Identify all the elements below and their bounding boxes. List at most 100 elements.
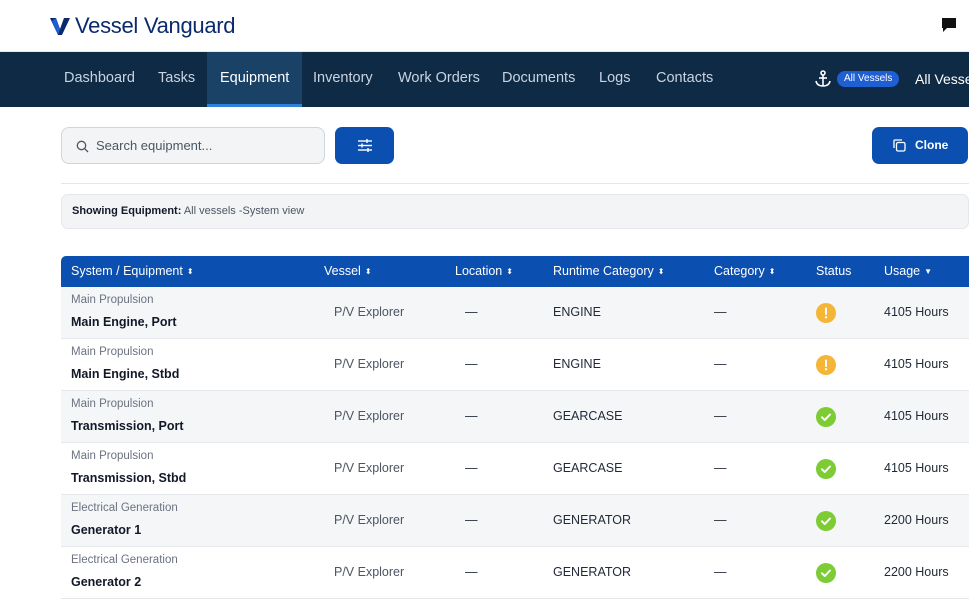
check-icon	[821, 465, 831, 473]
search-input[interactable]	[96, 128, 318, 163]
table-row[interactable]: Main Propulsion Main Engine, Stbd P/V Expl…	[61, 339, 969, 391]
nav-item-tasks[interactable]: Tasks	[145, 52, 208, 107]
usage-cell: 2200 Hours	[884, 565, 949, 579]
column-system-equipment[interactable]: System / Equipment ⬍	[71, 256, 194, 287]
showing-banner: Showing Equipment: All vessels -System v…	[61, 194, 969, 229]
category-cell: —	[714, 565, 727, 579]
runtime-category-cell: GEARCASE	[553, 409, 623, 423]
status-ok-badge	[816, 511, 836, 531]
sort-icon: ⬍	[506, 267, 513, 276]
system-name: Electrical Generation	[71, 554, 178, 566]
check-icon	[821, 569, 831, 577]
location-cell: —	[465, 409, 478, 423]
showing-value: All vessels -System view	[183, 205, 305, 217]
system-name: Main Propulsion	[71, 346, 154, 358]
search-box[interactable]	[61, 127, 325, 164]
copy-icon	[893, 139, 906, 152]
sort-desc-icon: ▼	[924, 267, 933, 276]
runtime-category-cell: GENERATOR	[553, 565, 632, 579]
sort-icon: ⬍	[657, 267, 665, 276]
equipment-name[interactable]: Generator 1	[71, 523, 141, 537]
column-runtime-category[interactable]: Runtime Category ⬍	[553, 256, 664, 287]
usage-cell: 4105 Hours	[884, 357, 949, 371]
system-name: Main Propulsion	[71, 294, 154, 306]
usage-cell: 4105 Hours	[884, 409, 949, 423]
runtime-category-cell: ENGINE	[553, 305, 601, 319]
column-status: Status	[816, 264, 852, 278]
anchor-icon	[815, 70, 831, 87]
vessel-selector[interactable]: All Vesse	[915, 70, 969, 88]
location-cell: —	[465, 357, 478, 371]
location-cell: —	[465, 305, 478, 319]
brand-bar: Vessel Vanguard	[0, 0, 969, 52]
usage-cell: 4105 Hours	[884, 461, 949, 475]
logo[interactable]: Vessel Vanguard	[49, 13, 236, 39]
nav-item-work-orders[interactable]: Work Orders	[385, 52, 493, 107]
status-ok-badge	[816, 407, 836, 427]
nav-item-contacts[interactable]: Contacts	[643, 52, 726, 107]
table-row[interactable]: Main Propulsion Transmission, Port P/V Exp…	[61, 391, 969, 443]
status-warning-badge	[816, 303, 836, 323]
search-icon	[76, 140, 89, 153]
status-ok-badge	[816, 459, 836, 479]
vessel-cell: P/V Explorer	[334, 305, 405, 319]
vessel-cell: P/V Explorer	[334, 513, 405, 527]
vessel-cell: P/V Explorer	[334, 357, 405, 371]
sort-icon: ⬍	[186, 267, 194, 276]
runtime-category-cell: ENGINE	[553, 357, 601, 371]
equipment-name[interactable]: Main Engine, Port	[71, 315, 177, 329]
check-icon	[821, 413, 831, 421]
nav-item-equipment[interactable]: Equipment	[207, 52, 303, 107]
category-cell: —	[714, 305, 727, 319]
sliders-icon	[358, 139, 372, 152]
table-row[interactable]: Electrical Generation Generator 2 P/V Expl…	[61, 547, 969, 599]
category-cell: —	[714, 357, 727, 371]
system-name: Main Propulsion	[71, 450, 154, 462]
sort-icon: ⬍	[768, 267, 776, 276]
column-usage[interactable]: Usage ▼	[884, 256, 932, 287]
runtime-category-cell: GENERATOR	[553, 513, 632, 527]
status-ok-badge	[816, 563, 836, 583]
vessel-cell: P/V Explorer	[334, 409, 405, 423]
clone-label: Clone	[915, 138, 949, 152]
exclamation-icon	[824, 359, 828, 371]
clone-button[interactable]: Clone	[872, 127, 968, 164]
showing-label: Showing Equipment:	[72, 205, 182, 217]
system-name: Main Propulsion	[71, 398, 154, 410]
nav-item-documents[interactable]: Documents	[489, 52, 588, 107]
brand-name: Vessel Vanguard	[75, 13, 236, 38]
equipment-name[interactable]: Main Engine, Stbd	[71, 367, 179, 381]
column-vessel[interactable]: Vessel ⬍	[324, 256, 372, 287]
nav-item-inventory[interactable]: Inventory	[300, 52, 386, 107]
category-cell: —	[714, 409, 727, 423]
runtime-category-cell: GEARCASE	[553, 461, 623, 475]
status-warning-badge	[816, 355, 836, 375]
divider	[61, 183, 969, 184]
equipment-name[interactable]: Transmission, Port	[71, 419, 184, 433]
usage-cell: 4105 Hours	[884, 305, 949, 319]
location-cell: —	[465, 513, 478, 527]
equipment-name[interactable]: Transmission, Stbd	[71, 471, 186, 485]
location-cell: —	[465, 461, 478, 475]
vessel-cell: P/V Explorer	[334, 565, 405, 579]
sort-icon: ⬍	[364, 267, 372, 276]
chat-icon[interactable]	[941, 17, 957, 33]
table-row[interactable]: Electrical Generation Generator 1 P/V Expl…	[61, 495, 969, 547]
column-location[interactable]: Location ⬍	[455, 256, 513, 287]
vessel-vanguard-logo-icon	[50, 18, 70, 35]
exclamation-icon	[824, 307, 828, 319]
table-row[interactable]: Main Propulsion Transmission, Stbd P/V Exp…	[61, 443, 969, 495]
table-row[interactable]: Main Propulsion Main Engine, Port P/V Expl…	[61, 287, 969, 339]
vessel-filter-badge[interactable]: All Vessels	[837, 71, 900, 87]
equipment-name[interactable]: Generator 2	[71, 575, 141, 589]
category-cell: —	[714, 513, 727, 527]
nav-item-logs[interactable]: Logs	[586, 52, 643, 107]
vessel-cell: P/V Explorer	[334, 461, 405, 475]
category-cell: —	[714, 461, 727, 475]
usage-cell: 2200 Hours	[884, 513, 949, 527]
nav-item-dashboard[interactable]: Dashboard	[51, 52, 148, 107]
column-category[interactable]: Category ⬍	[714, 256, 775, 287]
system-name: Electrical Generation	[71, 502, 178, 514]
filter-button[interactable]	[335, 127, 394, 164]
table-header: System / Equipment ⬍ Vessel ⬍ Location ⬍ Ru…	[61, 256, 969, 287]
